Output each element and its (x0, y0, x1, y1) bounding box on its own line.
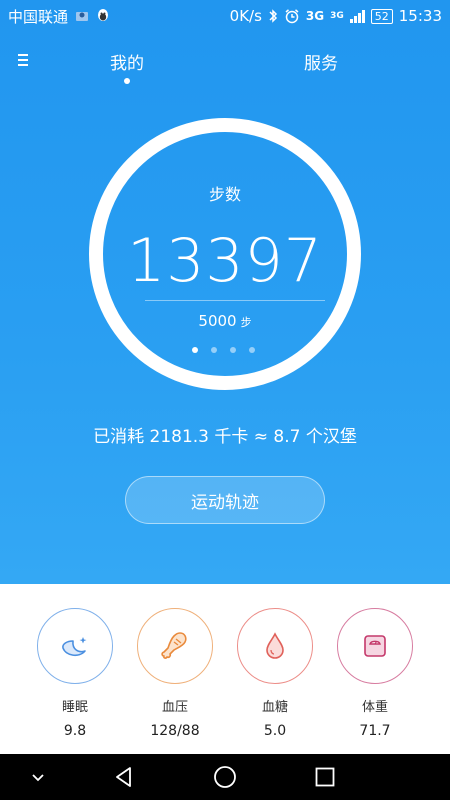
qq-icon (96, 8, 110, 24)
page-dot (230, 347, 236, 353)
network-type: 3G (305, 9, 325, 23)
app-notification-icon (74, 9, 90, 23)
carrier-name: 中国联通 (8, 7, 69, 26)
metric-value: 9.8 (63, 723, 87, 739)
battery-level: 52 (370, 8, 393, 24)
network-type-secondary: 3G (330, 11, 344, 21)
page-indicator (192, 347, 255, 353)
scale-icon (364, 635, 386, 657)
metric-label: 睡眠 (61, 700, 88, 715)
clock: 15:33 (398, 7, 442, 25)
navigation-bar (0, 754, 450, 800)
home-circle-icon (214, 766, 236, 788)
page-dot (192, 347, 198, 353)
status-bar: 中国联通 0K/s 3G 3G 52 15:33 (0, 0, 450, 32)
metric-value: 5.0 (263, 723, 287, 739)
bluetooth-icon (268, 8, 278, 24)
home-button[interactable] (213, 765, 237, 789)
tab-mine[interactable]: 我的 (110, 49, 144, 74)
health-metrics: 睡眠 9.8 血压 128/88 血糖 5.0 体重 71.7 (0, 584, 450, 754)
metric-weight-circle (337, 608, 413, 684)
page-dot (249, 347, 255, 353)
metric-value: 128/88 (150, 723, 200, 739)
steps-label: 步数 (208, 185, 241, 204)
metric-blood-sugar-circle (237, 608, 313, 684)
steps-goal-value: 5000 (198, 312, 237, 330)
steps-goal-unit: 步 (240, 316, 252, 329)
metric-value: 71.7 (359, 723, 391, 739)
metric-label: 体重 (361, 700, 388, 715)
chevron-down-icon (32, 774, 44, 782)
signal-icon (349, 9, 365, 23)
back-triangle-icon (116, 767, 131, 787)
drumstick-icon (161, 632, 187, 659)
alarm-icon (284, 8, 300, 24)
page-dot (211, 347, 217, 353)
moon-icon (62, 637, 87, 657)
metric-sleep-circle (37, 608, 113, 684)
steps-goal: 5000 步 (0, 311, 450, 330)
metric-weight[interactable]: 体重 71.7 (325, 608, 425, 739)
active-tab-indicator (124, 78, 130, 84)
metric-blood-pressure[interactable]: 血压 128/88 (125, 608, 225, 739)
ring-divider (145, 300, 325, 301)
drop-icon (266, 632, 284, 659)
recents-square-icon (315, 767, 335, 787)
steps-count: 13397 (127, 226, 323, 296)
hide-nav-button[interactable] (26, 765, 50, 789)
back-button[interactable] (112, 765, 136, 789)
metric-label: 血糖 (261, 700, 288, 715)
tab-service[interactable]: 服务 (304, 49, 338, 74)
network-speed: 0K/s (229, 7, 262, 25)
calories-text: 已消耗 2181.3 千卡 ≈ 8.7 个汉堡 (93, 427, 357, 447)
menu-icon[interactable] (18, 53, 32, 67)
metric-blood-sugar[interactable]: 血糖 5.0 (225, 608, 325, 739)
metric-blood-pressure-circle (137, 608, 213, 684)
exercise-track-button[interactable]: 运动轨迹 (125, 476, 325, 524)
recents-button[interactable] (313, 765, 337, 789)
metric-sleep[interactable]: 睡眠 9.8 (25, 608, 125, 739)
metric-label: 血压 (161, 700, 188, 715)
